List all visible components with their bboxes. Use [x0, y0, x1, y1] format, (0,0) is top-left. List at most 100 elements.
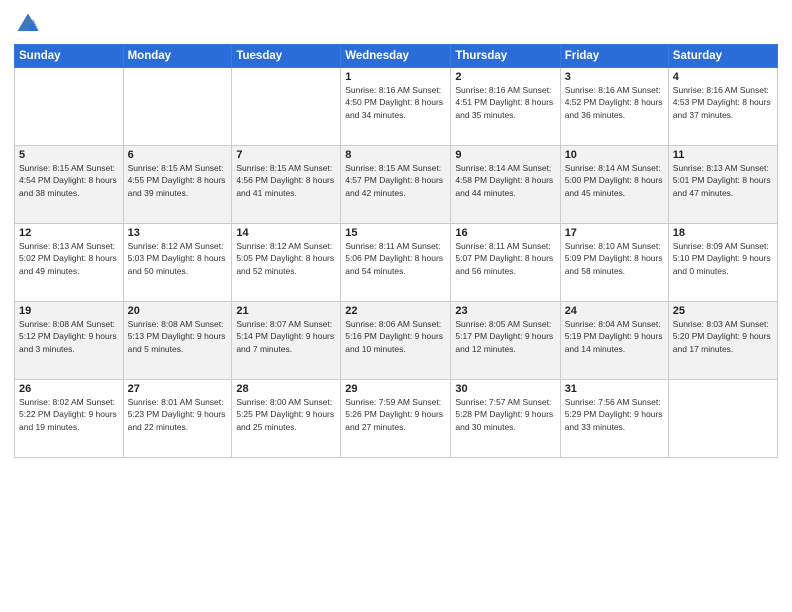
day-number: 16 — [455, 227, 555, 239]
calendar-cell: 29Sunrise: 7:59 AM Sunset: 5:26 PM Dayli… — [341, 380, 451, 458]
calendar-cell: 10Sunrise: 8:14 AM Sunset: 5:00 PM Dayli… — [560, 146, 668, 224]
day-number: 15 — [345, 227, 446, 239]
header — [14, 10, 778, 38]
day-info: Sunrise: 8:14 AM Sunset: 5:00 PM Dayligh… — [565, 162, 664, 199]
day-info: Sunrise: 8:16 AM Sunset: 4:52 PM Dayligh… — [565, 84, 664, 121]
day-number: 20 — [128, 305, 228, 317]
day-number: 31 — [565, 383, 664, 395]
day-info: Sunrise: 8:10 AM Sunset: 5:09 PM Dayligh… — [565, 240, 664, 277]
day-info: Sunrise: 8:02 AM Sunset: 5:22 PM Dayligh… — [19, 396, 119, 433]
day-info: Sunrise: 8:03 AM Sunset: 5:20 PM Dayligh… — [673, 318, 773, 355]
day-info: Sunrise: 8:08 AM Sunset: 5:12 PM Dayligh… — [19, 318, 119, 355]
day-number: 7 — [236, 149, 336, 161]
weekday-header-sunday: Sunday — [15, 45, 124, 68]
day-number: 2 — [455, 71, 555, 83]
calendar-cell: 12Sunrise: 8:13 AM Sunset: 5:02 PM Dayli… — [15, 224, 124, 302]
day-info: Sunrise: 8:11 AM Sunset: 5:06 PM Dayligh… — [345, 240, 446, 277]
day-info: Sunrise: 8:04 AM Sunset: 5:19 PM Dayligh… — [565, 318, 664, 355]
weekday-header-wednesday: Wednesday — [341, 45, 451, 68]
weekday-header-saturday: Saturday — [668, 45, 777, 68]
day-number: 6 — [128, 149, 228, 161]
day-number: 28 — [236, 383, 336, 395]
day-number: 4 — [673, 71, 773, 83]
calendar-table: SundayMondayTuesdayWednesdayThursdayFrid… — [14, 44, 778, 458]
weekday-header-monday: Monday — [123, 45, 232, 68]
day-info: Sunrise: 8:12 AM Sunset: 5:03 PM Dayligh… — [128, 240, 228, 277]
day-number: 5 — [19, 149, 119, 161]
calendar-cell: 19Sunrise: 8:08 AM Sunset: 5:12 PM Dayli… — [15, 302, 124, 380]
calendar-week-1: 1Sunrise: 8:16 AM Sunset: 4:50 PM Daylig… — [15, 68, 778, 146]
day-number: 25 — [673, 305, 773, 317]
day-info: Sunrise: 8:16 AM Sunset: 4:51 PM Dayligh… — [455, 84, 555, 121]
calendar-cell: 18Sunrise: 8:09 AM Sunset: 5:10 PM Dayli… — [668, 224, 777, 302]
day-number: 26 — [19, 383, 119, 395]
calendar-cell: 9Sunrise: 8:14 AM Sunset: 4:58 PM Daylig… — [451, 146, 560, 224]
day-number: 8 — [345, 149, 446, 161]
day-info: Sunrise: 7:56 AM Sunset: 5:29 PM Dayligh… — [565, 396, 664, 433]
calendar-cell: 7Sunrise: 8:15 AM Sunset: 4:56 PM Daylig… — [232, 146, 341, 224]
calendar-cell: 1Sunrise: 8:16 AM Sunset: 4:50 PM Daylig… — [341, 68, 451, 146]
calendar-cell: 25Sunrise: 8:03 AM Sunset: 5:20 PM Dayli… — [668, 302, 777, 380]
day-info: Sunrise: 8:01 AM Sunset: 5:23 PM Dayligh… — [128, 396, 228, 433]
day-info: Sunrise: 8:00 AM Sunset: 5:25 PM Dayligh… — [236, 396, 336, 433]
calendar-cell: 23Sunrise: 8:05 AM Sunset: 5:17 PM Dayli… — [451, 302, 560, 380]
day-info: Sunrise: 8:06 AM Sunset: 5:16 PM Dayligh… — [345, 318, 446, 355]
calendar-cell: 27Sunrise: 8:01 AM Sunset: 5:23 PM Dayli… — [123, 380, 232, 458]
day-info: Sunrise: 8:09 AM Sunset: 5:10 PM Dayligh… — [673, 240, 773, 277]
day-number: 24 — [565, 305, 664, 317]
calendar-week-5: 26Sunrise: 8:02 AM Sunset: 5:22 PM Dayli… — [15, 380, 778, 458]
day-number: 23 — [455, 305, 555, 317]
calendar-cell: 6Sunrise: 8:15 AM Sunset: 4:55 PM Daylig… — [123, 146, 232, 224]
calendar-cell: 17Sunrise: 8:10 AM Sunset: 5:09 PM Dayli… — [560, 224, 668, 302]
calendar-cell: 2Sunrise: 8:16 AM Sunset: 4:51 PM Daylig… — [451, 68, 560, 146]
day-info: Sunrise: 8:14 AM Sunset: 4:58 PM Dayligh… — [455, 162, 555, 199]
calendar-cell: 26Sunrise: 8:02 AM Sunset: 5:22 PM Dayli… — [15, 380, 124, 458]
day-info: Sunrise: 8:15 AM Sunset: 4:55 PM Dayligh… — [128, 162, 228, 199]
calendar-cell: 4Sunrise: 8:16 AM Sunset: 4:53 PM Daylig… — [668, 68, 777, 146]
day-number: 17 — [565, 227, 664, 239]
day-number: 11 — [673, 149, 773, 161]
logo — [14, 10, 44, 38]
calendar-cell: 20Sunrise: 8:08 AM Sunset: 5:13 PM Dayli… — [123, 302, 232, 380]
day-info: Sunrise: 8:08 AM Sunset: 5:13 PM Dayligh… — [128, 318, 228, 355]
day-number: 18 — [673, 227, 773, 239]
calendar-cell: 14Sunrise: 8:12 AM Sunset: 5:05 PM Dayli… — [232, 224, 341, 302]
calendar-cell — [668, 380, 777, 458]
calendar-cell: 8Sunrise: 8:15 AM Sunset: 4:57 PM Daylig… — [341, 146, 451, 224]
calendar-cell: 31Sunrise: 7:56 AM Sunset: 5:29 PM Dayli… — [560, 380, 668, 458]
calendar-cell: 28Sunrise: 8:00 AM Sunset: 5:25 PM Dayli… — [232, 380, 341, 458]
logo-icon — [14, 10, 42, 38]
day-info: Sunrise: 8:13 AM Sunset: 5:01 PM Dayligh… — [673, 162, 773, 199]
day-number: 19 — [19, 305, 119, 317]
calendar-cell: 22Sunrise: 8:06 AM Sunset: 5:16 PM Dayli… — [341, 302, 451, 380]
calendar-week-4: 19Sunrise: 8:08 AM Sunset: 5:12 PM Dayli… — [15, 302, 778, 380]
day-number: 10 — [565, 149, 664, 161]
calendar-week-2: 5Sunrise: 8:15 AM Sunset: 4:54 PM Daylig… — [15, 146, 778, 224]
day-info: Sunrise: 8:15 AM Sunset: 4:54 PM Dayligh… — [19, 162, 119, 199]
day-info: Sunrise: 8:16 AM Sunset: 4:50 PM Dayligh… — [345, 84, 446, 121]
calendar-cell: 13Sunrise: 8:12 AM Sunset: 5:03 PM Dayli… — [123, 224, 232, 302]
calendar-cell: 16Sunrise: 8:11 AM Sunset: 5:07 PM Dayli… — [451, 224, 560, 302]
calendar-cell: 15Sunrise: 8:11 AM Sunset: 5:06 PM Dayli… — [341, 224, 451, 302]
page: SundayMondayTuesdayWednesdayThursdayFrid… — [0, 0, 792, 612]
day-number: 29 — [345, 383, 446, 395]
calendar-cell — [123, 68, 232, 146]
calendar-cell: 24Sunrise: 8:04 AM Sunset: 5:19 PM Dayli… — [560, 302, 668, 380]
calendar-cell: 30Sunrise: 7:57 AM Sunset: 5:28 PM Dayli… — [451, 380, 560, 458]
day-number: 27 — [128, 383, 228, 395]
day-info: Sunrise: 8:15 AM Sunset: 4:57 PM Dayligh… — [345, 162, 446, 199]
weekday-header-row: SundayMondayTuesdayWednesdayThursdayFrid… — [15, 45, 778, 68]
day-info: Sunrise: 8:16 AM Sunset: 4:53 PM Dayligh… — [673, 84, 773, 121]
calendar-cell: 21Sunrise: 8:07 AM Sunset: 5:14 PM Dayli… — [232, 302, 341, 380]
weekday-header-thursday: Thursday — [451, 45, 560, 68]
day-number: 30 — [455, 383, 555, 395]
day-number: 22 — [345, 305, 446, 317]
day-info: Sunrise: 7:57 AM Sunset: 5:28 PM Dayligh… — [455, 396, 555, 433]
day-info: Sunrise: 8:07 AM Sunset: 5:14 PM Dayligh… — [236, 318, 336, 355]
calendar-cell: 11Sunrise: 8:13 AM Sunset: 5:01 PM Dayli… — [668, 146, 777, 224]
day-number: 12 — [19, 227, 119, 239]
day-info: Sunrise: 7:59 AM Sunset: 5:26 PM Dayligh… — [345, 396, 446, 433]
weekday-header-friday: Friday — [560, 45, 668, 68]
calendar-cell: 5Sunrise: 8:15 AM Sunset: 4:54 PM Daylig… — [15, 146, 124, 224]
day-number: 9 — [455, 149, 555, 161]
